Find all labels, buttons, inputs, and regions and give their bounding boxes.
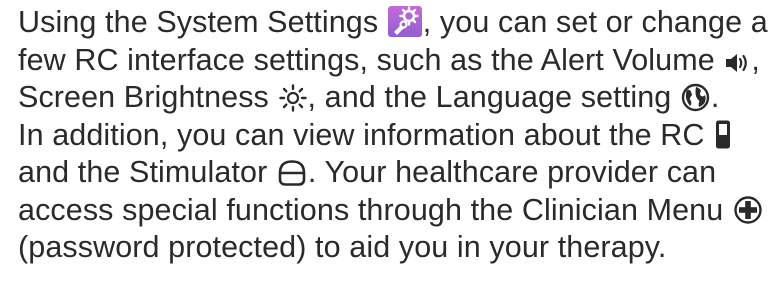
text-period: . <box>710 80 720 114</box>
text-using-system-settings: Using the System Settings <box>18 5 379 39</box>
text-and-the-stimulator: and the Stimulator <box>18 155 268 189</box>
globe-icon <box>681 83 710 112</box>
text-view-information: In addition, you can view information ab… <box>18 117 705 152</box>
text-healthcare-provider: . Your healthcare provider can <box>307 155 717 189</box>
paragraph-line-2: few RC interface settings, such as the A… <box>18 42 770 80</box>
sun-brightness-icon <box>278 84 307 112</box>
text-clinician-menu: access special functions through the Cli… <box>18 192 724 227</box>
system-settings-icon <box>387 6 422 37</box>
remote-control-icon <box>714 119 732 150</box>
text-alert-volume: few RC interface settings, such as the A… <box>18 42 715 77</box>
text-language-setting: , and the Language setting <box>307 80 672 114</box>
text-set-or-change: , you can set or change a <box>422 5 768 39</box>
paragraph-line-3: Screen Brightness , and the Language set… <box>18 79 770 117</box>
paragraph-line-1: Using the System Settings , you can set … <box>18 4 770 42</box>
text-password-protected: (password protected) to aid you in your … <box>18 230 667 264</box>
plus-circle-icon <box>733 195 763 225</box>
instruction-paragraph: Using the System Settings , you can set … <box>18 4 770 267</box>
paragraph-line-4: In addition, you can view information ab… <box>18 117 770 155</box>
stimulator-icon <box>277 159 307 187</box>
speaker-volume-icon <box>724 51 750 75</box>
text-comma: , <box>751 42 760 77</box>
text-screen-brightness: Screen Brightness <box>18 80 269 114</box>
paragraph-line-7: (password protected) to aid you in your … <box>18 229 770 267</box>
paragraph-line-5: and the Stimulator . Your healthcare pro… <box>18 154 770 192</box>
paragraph-line-6: access special functions through the Cli… <box>18 192 770 230</box>
